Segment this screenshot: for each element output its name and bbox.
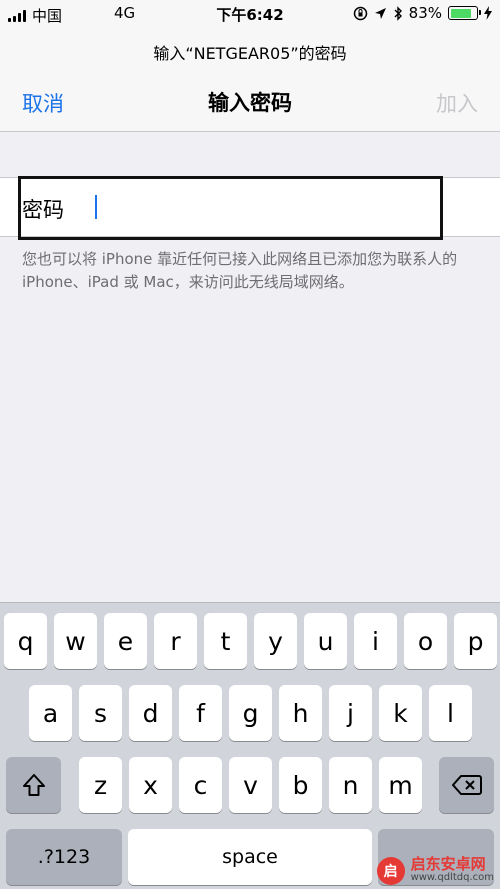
key-u[interactable]: u [304, 613, 347, 669]
battery-fill [450, 8, 472, 18]
shift-icon [22, 774, 45, 796]
key-m[interactable]: m [379, 757, 422, 813]
watermark: 启 启东安卓网 www.qdltdq.com [376, 855, 494, 885]
key-q[interactable]: q [4, 613, 47, 669]
space-key[interactable]: space [128, 829, 372, 885]
key-n[interactable]: n [329, 757, 372, 813]
bluetooth-icon [394, 5, 402, 21]
key-e[interactable]: e [104, 613, 147, 669]
status-bar: 中国 4G 下午6:42 83% [0, 0, 500, 28]
battery-percent: 83% [408, 4, 442, 22]
status-right: 83% [353, 4, 492, 22]
backspace-icon [451, 775, 482, 795]
numbers-key[interactable]: .?123 [6, 829, 122, 885]
key-a[interactable]: a [29, 685, 72, 741]
key-x[interactable]: x [129, 757, 172, 813]
page-title: 输入密码 [208, 91, 292, 115]
hint-text: 您也可以将 iPhone 靠近任何已接入此网络且已添加您为联系人的 iPhone… [22, 250, 458, 291]
location-icon [374, 7, 386, 19]
key-p[interactable]: p [454, 613, 497, 669]
key-d[interactable]: d [129, 685, 172, 741]
key-t[interactable]: t [204, 613, 247, 669]
key-r[interactable]: r [154, 613, 197, 669]
battery-icon [448, 6, 481, 20]
key-i[interactable]: i [354, 613, 397, 669]
key-g[interactable]: g [229, 685, 272, 741]
nav-bar: 输入“NETGEAR05”的密码 取消 输入密码 加入 [0, 28, 500, 132]
watermark-name: 启东安卓网 [410, 855, 486, 873]
key-y[interactable]: y [254, 613, 297, 669]
key-s[interactable]: s [79, 685, 122, 741]
key-j[interactable]: j [329, 685, 372, 741]
key-f[interactable]: f [179, 685, 222, 741]
charging-icon [484, 6, 492, 20]
password-highlight-box [18, 176, 443, 240]
key-k[interactable]: k [379, 685, 422, 741]
key-z[interactable]: z [79, 757, 122, 813]
keyboard: qwertyuiop asdfghjkl zxcvbnm .?123 space [0, 602, 500, 889]
shift-key[interactable] [6, 757, 61, 813]
key-w[interactable]: w [54, 613, 97, 669]
delete-key[interactable] [439, 757, 494, 813]
key-b[interactable]: b [279, 757, 322, 813]
key-o[interactable]: o [404, 613, 447, 669]
join-button[interactable]: 加入 [436, 88, 478, 118]
key-h[interactable]: h [279, 685, 322, 741]
watermark-logo-icon: 启 [376, 857, 405, 885]
key-l[interactable]: l [429, 685, 472, 741]
key-v[interactable]: v [229, 757, 272, 813]
orientation-lock-icon [353, 6, 367, 20]
key-c[interactable]: c [179, 757, 222, 813]
network-prompt: 输入“NETGEAR05”的密码 [153, 44, 347, 63]
watermark-url: www.qdltdq.com [410, 872, 494, 883]
